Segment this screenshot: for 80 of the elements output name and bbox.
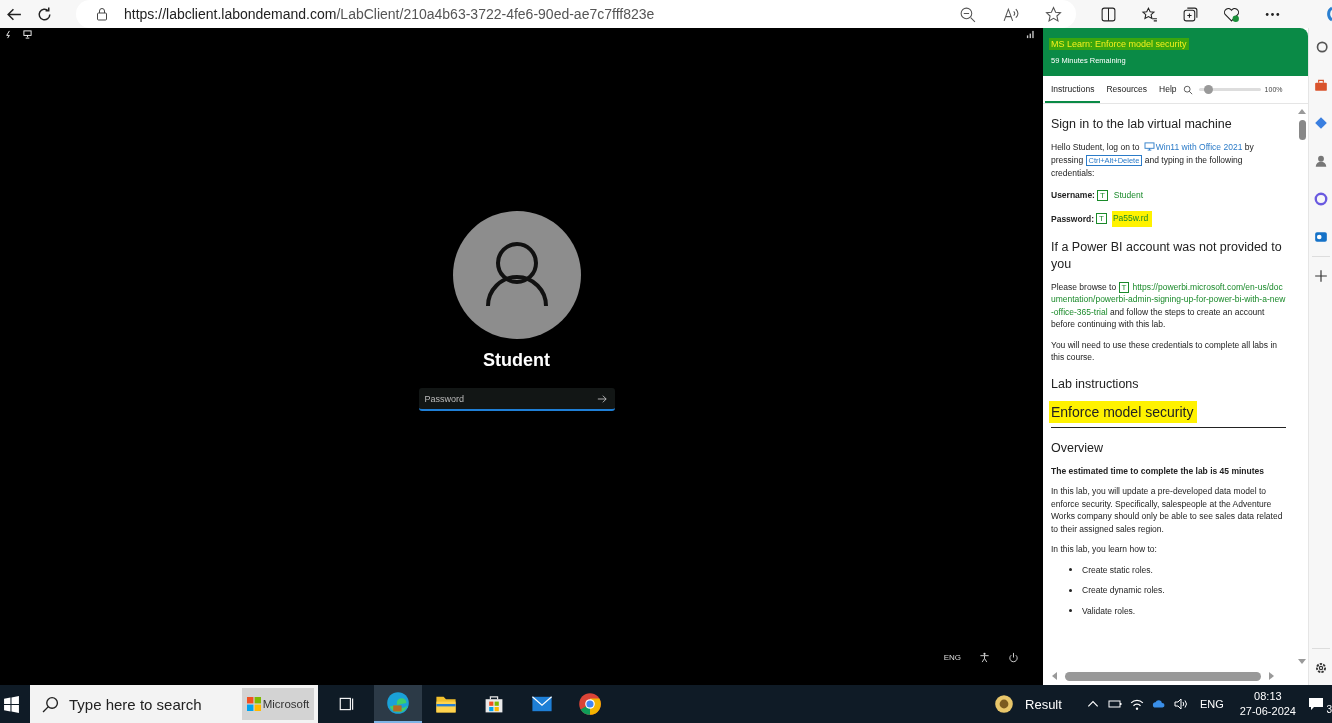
address-bar[interactable]: https://labclient.labondemand.com/LabClient/210a4b63-3722-4fe6-90ed-ae7c7fff823e — [76, 0, 1076, 28]
scroll-thumb[interactable] — [1298, 120, 1306, 140]
four-squares-logo-icon — [246, 697, 261, 711]
accessibility-icon[interactable] — [979, 652, 990, 663]
scroll-right-icon[interactable] — [1269, 672, 1275, 680]
paragraph: You will need to use these credentials to complete all labs in this course. — [1051, 338, 1279, 364]
credential-value[interactable]: Pa55w.rd — [1111, 211, 1153, 227]
user-avatar-icon — [452, 211, 581, 339]
add-icon[interactable] — [1313, 269, 1328, 283]
paragraph: Please browse to T https://powerbi.microsoft.com/en-us/documentation/powerbi-admin-signing-up-for-power-bi-with-a-new-office-365-trial and follow the steps to create an account before continuing with this lab. — [1051, 280, 1286, 331]
credential-value[interactable]: Student — [1112, 187, 1148, 203]
submit-arrow-icon[interactable] — [596, 394, 607, 404]
password-field[interactable]: Password — [418, 388, 615, 411]
list-item: Create static roles. — [1082, 563, 1153, 576]
type-text-button[interactable]: T — [1096, 189, 1108, 201]
bullet-icon — [1069, 588, 1072, 592]
mail-app-icon[interactable] — [1313, 230, 1328, 244]
widget-button[interactable]: Microsoft — [238, 685, 318, 723]
lab-heading: Enforce model security — [1049, 400, 1198, 423]
section-heading: If a Power BI account was not provided to you — [1051, 238, 1283, 273]
diamond-icon[interactable] — [1313, 116, 1328, 130]
list-item: Create dynamic roles. — [1082, 584, 1165, 597]
task-view-icon[interactable] — [338, 695, 356, 713]
zoom-out-icon[interactable] — [959, 5, 976, 23]
clock-time[interactable]: 08:13 — [1254, 689, 1282, 704]
cloud-icon[interactable] — [1151, 697, 1166, 711]
signal-icon — [1026, 29, 1035, 39]
credential-label: Password: — [1051, 212, 1094, 225]
windows-start-icon[interactable] — [3, 695, 20, 713]
volume-icon[interactable] — [1173, 697, 1188, 711]
chat-bubble-icon — [1308, 696, 1324, 712]
panel-tab[interactable]: Instructions — [1045, 76, 1101, 103]
user-name: Student — [483, 350, 550, 371]
language-indicator[interactable]: ENG — [943, 653, 961, 662]
section-heading: Overview — [1051, 439, 1104, 457]
scroll-thumb[interactable] — [1065, 671, 1261, 681]
collections-icon[interactable] — [1182, 5, 1199, 23]
monitor-icon — [1143, 142, 1155, 151]
power-icon[interactable] — [1008, 652, 1019, 663]
refresh-icon[interactable] — [36, 5, 53, 23]
notification-button[interactable]: 3 — [1308, 689, 1332, 719]
slider-thumb[interactable] — [1203, 85, 1213, 94]
round-logo-icon — [578, 692, 602, 716]
panel-tab[interactable]: Resources — [1100, 76, 1154, 103]
type-text-button[interactable]: T — [1096, 213, 1107, 225]
lock-icon[interactable] — [96, 7, 108, 21]
type-text-button[interactable]: T — [1118, 281, 1130, 293]
taskbar-search-field[interactable]: Type here to search — [30, 685, 238, 723]
split-screen-icon[interactable] — [1100, 5, 1117, 23]
taskbar-app[interactable] — [374, 685, 422, 723]
weather-icon[interactable] — [993, 693, 1015, 715]
clock-date[interactable]: 27-06-2024 — [1239, 704, 1296, 719]
bullet-icon — [1069, 609, 1072, 613]
lab-title: MS Learn: Enforce model security — [1049, 38, 1189, 50]
bullet-icon — [1069, 568, 1072, 572]
star-icon[interactable] — [1045, 5, 1062, 23]
paragraph: In this lab, you will update a pre-developed data model to enforce security. Specifically, salespeople at the Adventure Works company should only be able to see sales data related to their assigned sales region. — [1051, 485, 1284, 535]
zoom-slider[interactable] — [1198, 88, 1261, 91]
section-heading: Sign in to the lab virtual machine — [1051, 116, 1232, 133]
scroll-down-icon[interactable] — [1298, 659, 1306, 665]
weather-label[interactable]: Result — [1025, 696, 1062, 712]
language-indicator[interactable]: ENG — [1199, 698, 1224, 710]
panel-tab[interactable]: Help — [1153, 76, 1183, 103]
zoom-icon[interactable] — [1182, 84, 1193, 95]
person-icon[interactable] — [1313, 154, 1328, 168]
credential-label: Username: — [1051, 189, 1095, 202]
settings-icon[interactable] — [1313, 661, 1328, 675]
read-aloud-icon[interactable] — [1002, 5, 1019, 23]
toolbox-icon[interactable] — [1313, 78, 1328, 92]
scroll-up-icon[interactable] — [1298, 108, 1306, 114]
monitor-icon[interactable] — [23, 29, 32, 39]
scroll-left-icon[interactable] — [1051, 672, 1057, 680]
section-heading: Lab instructions — [1051, 375, 1139, 393]
paragraph: In this lab, you learn how to: — [1051, 543, 1158, 556]
list-item: Validate roles. — [1082, 604, 1136, 617]
vm-link[interactable]: Win11 with Office 2021 — [1141, 142, 1243, 152]
wifi-icon[interactable] — [1129, 697, 1144, 711]
duration-note: The estimated time to complete the lab is 45 minutes — [1051, 464, 1266, 477]
battery-icon[interactable] — [1107, 697, 1122, 711]
favorites-icon[interactable] — [1141, 5, 1158, 23]
